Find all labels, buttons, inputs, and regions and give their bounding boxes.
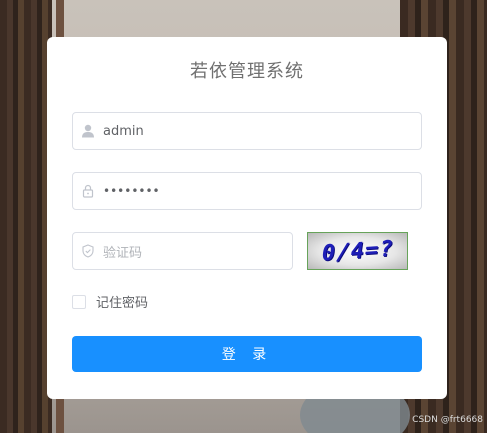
username-value: admin [103, 123, 144, 139]
login-button[interactable]: 登 录 [72, 336, 422, 372]
remember-label: 记住密码 [96, 296, 149, 311]
watermark: CSDN @frt6668 [412, 415, 483, 425]
captcha-placeholder: 验证码 [103, 245, 143, 261]
page-title: 若依管理系统 [190, 61, 304, 82]
remember-password[interactable]: 记住密码 [72, 292, 148, 311]
password-field[interactable]: •••••••• [72, 172, 422, 210]
shield-icon [73, 244, 103, 258]
captcha-image[interactable]: 0/4=? [307, 232, 408, 270]
captcha-input[interactable]: 验证码 [72, 232, 293, 270]
password-value: •••••••• [103, 184, 160, 198]
login-card: 若依管理系统 admin •••••••• 验证码 0/4=? 记住密码 登 录 [47, 37, 447, 399]
captcha-text: 0/4=? [319, 236, 396, 266]
username-field[interactable]: admin [72, 112, 422, 150]
remember-checkbox[interactable] [72, 294, 86, 309]
lock-icon [73, 184, 103, 198]
user-icon [73, 124, 103, 138]
